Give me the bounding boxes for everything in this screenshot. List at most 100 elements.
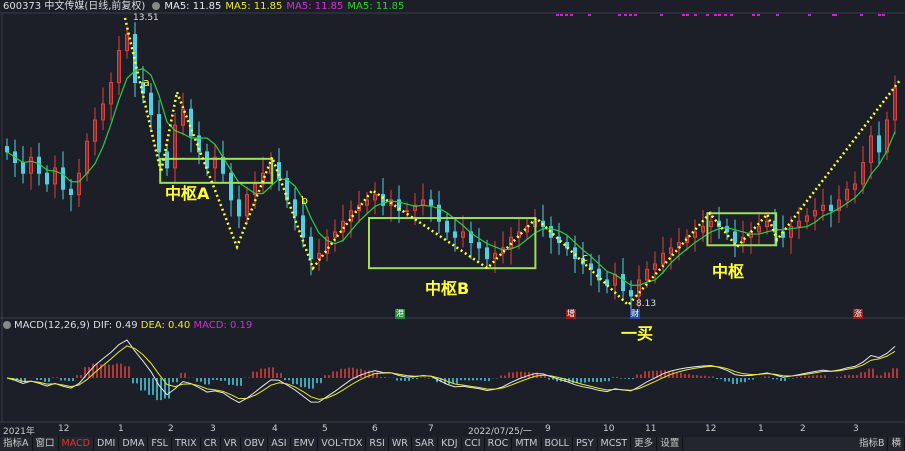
tab-vol-tdx[interactable]: VOL-TDX bbox=[318, 437, 367, 451]
event-dot-16 bbox=[724, 14, 727, 16]
candle-body-29 bbox=[237, 199, 241, 217]
x-tick-label: 11 bbox=[645, 424, 657, 434]
candle-body-0 bbox=[5, 146, 9, 153]
candle-body-50 bbox=[405, 210, 409, 213]
tab-fsl[interactable]: FSL bbox=[148, 437, 172, 451]
wave-label-a: a bbox=[143, 76, 150, 89]
high-price-label: 13.51 bbox=[133, 13, 159, 23]
event-dot-11 bbox=[686, 14, 689, 16]
chart-canvas[interactable] bbox=[0, 0, 905, 451]
tab-roc[interactable]: ROC bbox=[485, 437, 513, 451]
settings-circle-icon[interactable] bbox=[152, 2, 161, 10]
first-buy-label: 一买 bbox=[621, 324, 654, 343]
tab-rsi[interactable]: RSI bbox=[366, 437, 389, 451]
event-dot-25 bbox=[878, 14, 881, 16]
tab-trix[interactable]: TRIX bbox=[172, 437, 201, 451]
tab-设置[interactable]: 设置 bbox=[657, 437, 684, 451]
event-marker-rise[interactable]: 涨 bbox=[853, 309, 863, 319]
x-tick-label: 2 bbox=[800, 424, 806, 434]
tab-right-指标B[interactable]: 指标B bbox=[856, 437, 889, 451]
x-tick-label: 2021年 bbox=[3, 427, 35, 437]
x-tick-label: 2 bbox=[168, 424, 174, 434]
x-tick-label: 6 bbox=[372, 424, 378, 434]
event-dot-5 bbox=[618, 14, 621, 16]
x-tick-label: 7 bbox=[428, 424, 434, 434]
event-dot-23 bbox=[834, 14, 837, 16]
pivot-label-c: 中枢 bbox=[712, 262, 745, 281]
candle-body-20 bbox=[165, 151, 169, 169]
candle-body-8 bbox=[69, 188, 73, 196]
tab-dmi[interactable]: DMI bbox=[94, 437, 120, 451]
tab-obv[interactable]: OBV bbox=[241, 437, 269, 451]
event-dot-0 bbox=[556, 14, 559, 16]
candle-body-7 bbox=[61, 167, 65, 190]
dea-line bbox=[6, 345, 896, 400]
tab-sar[interactable]: SAR bbox=[412, 437, 439, 451]
event-dot-12 bbox=[694, 14, 697, 16]
tab-窗口[interactable]: 窗口 bbox=[33, 437, 59, 451]
event-marker-increase[interactable]: 增 bbox=[566, 309, 576, 319]
candle-body-28 bbox=[229, 172, 233, 201]
ma5-line bbox=[6, 68, 896, 286]
event-dot-18 bbox=[752, 14, 755, 16]
candle-body-55 bbox=[445, 220, 449, 233]
macd-dea: DEA: 0.40 bbox=[140, 320, 191, 331]
event-marker-finance[interactable]: 财 bbox=[630, 309, 640, 319]
tab-cr[interactable]: CR bbox=[201, 437, 221, 451]
event-dot-24 bbox=[860, 14, 863, 16]
candle-body-19 bbox=[157, 114, 161, 153]
tab-boll[interactable]: BOLL bbox=[542, 437, 573, 451]
zigzag-line bbox=[123, 17, 902, 307]
tab-emv[interactable]: EMV bbox=[291, 437, 319, 451]
pivot-label-a: 中枢A bbox=[165, 184, 210, 203]
tab-更多[interactable]: 更多 bbox=[631, 437, 658, 451]
event-dot-10 bbox=[682, 14, 685, 16]
x-tick-label: 4 bbox=[272, 424, 278, 434]
tab-dma[interactable]: DMA bbox=[119, 437, 149, 451]
candle-body-91 bbox=[733, 231, 737, 244]
tab-right-横[interactable]: 横 bbox=[888, 437, 905, 451]
low-price-label: 8.13 bbox=[636, 299, 657, 309]
x-tick-label: 1 bbox=[758, 424, 764, 434]
candle-body-59 bbox=[477, 242, 481, 249]
stock-title: 600373 中文传媒(日线,前复权) bbox=[3, 1, 146, 12]
tab-vr[interactable]: VR bbox=[221, 437, 242, 451]
wave-label-c: c bbox=[582, 251, 589, 264]
event-dot-9 bbox=[660, 14, 663, 16]
candle-body-5 bbox=[45, 172, 49, 185]
candle-body-78 bbox=[629, 290, 633, 297]
tab-asi[interactable]: ASI bbox=[268, 437, 291, 451]
x-tick-label: 12 bbox=[705, 424, 717, 434]
indicator-tab-bar: 指标A 窗口 MACD DMI DMA FSL TRIX CR VR OBV ASI EMV VOL-T… bbox=[0, 437, 905, 451]
candle-body-25 bbox=[205, 151, 209, 169]
event-dot-6 bbox=[624, 14, 627, 16]
candle-body-103 bbox=[829, 204, 833, 212]
ma-label-white: MA5: 11.85 bbox=[164, 1, 222, 12]
tab-macd[interactable]: MACD bbox=[59, 437, 94, 451]
event-marker-hk[interactable]: 港 bbox=[395, 309, 405, 319]
tab-cci[interactable]: CCI bbox=[462, 437, 485, 451]
candle-body-56 bbox=[453, 231, 457, 238]
candle-body-77 bbox=[621, 274, 625, 292]
event-dot-3 bbox=[570, 14, 573, 16]
x-tick-label: 3 bbox=[210, 424, 216, 434]
event-dot-15 bbox=[718, 14, 721, 16]
x-axis: 2021年 12 1 2 3 4 5 6 7 2022/07/25/一 9 10 11 12 1 2 3 bbox=[0, 423, 905, 437]
tab-psy[interactable]: PSY bbox=[573, 437, 598, 451]
tab-wr[interactable]: WR bbox=[389, 437, 412, 451]
tab-指标a[interactable]: 指标A bbox=[0, 437, 33, 451]
event-dot-26 bbox=[882, 14, 885, 16]
tab-mtm[interactable]: MTM bbox=[512, 437, 542, 451]
tab-mcst[interactable]: MCST bbox=[598, 437, 632, 451]
candle-body-23 bbox=[189, 108, 193, 137]
wave-label-b: b bbox=[301, 194, 308, 207]
event-dot-2 bbox=[565, 14, 568, 16]
candle-body-35 bbox=[285, 178, 289, 201]
tab-kdj[interactable]: KDJ bbox=[438, 437, 462, 451]
pivot-label-b: 中枢B bbox=[425, 279, 470, 298]
macd-settings-icon[interactable] bbox=[3, 321, 11, 329]
ma-label-yellow: MA5: 11.85 bbox=[225, 1, 283, 12]
event-dot-17 bbox=[730, 14, 733, 16]
macd-header: MACD(12,26,9) DIF: 0.49 DEA: 0.40 MACD: … bbox=[0, 320, 252, 332]
candle-body-38 bbox=[309, 236, 313, 260]
